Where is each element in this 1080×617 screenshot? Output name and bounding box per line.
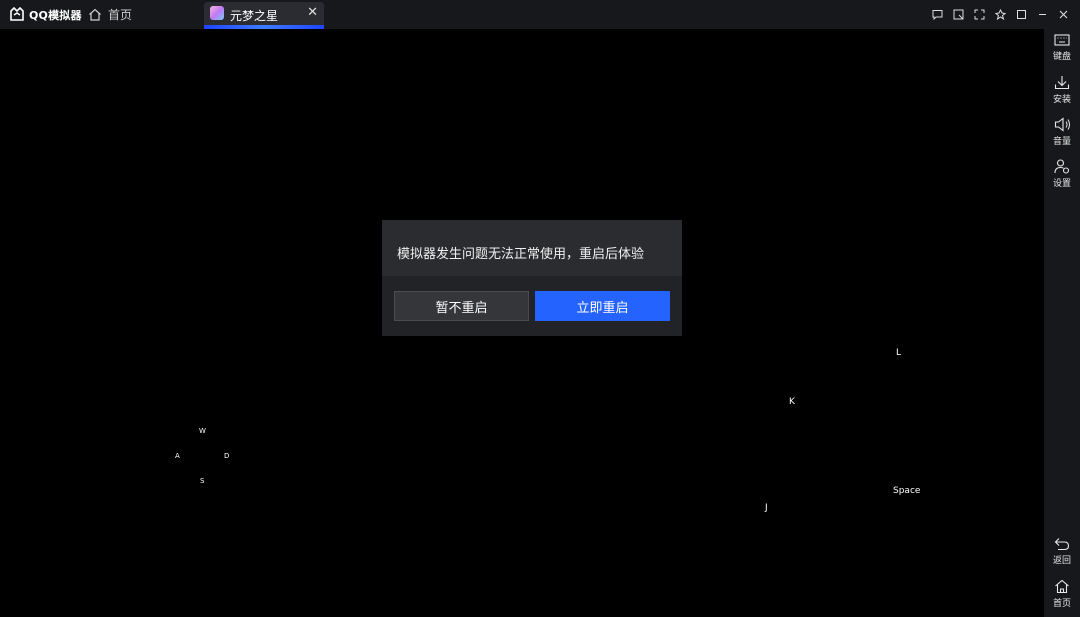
sidebar-item-install[interactable]: 安装 [1044, 75, 1080, 115]
active-tab-indicator [204, 25, 324, 29]
message-icon [932, 10, 943, 20]
fullscreen-icon [974, 9, 985, 20]
speaker-icon [1054, 117, 1070, 132]
right-sidebar: 键盘 安装 音量 设置 返回 首页 [1044, 29, 1080, 617]
tab-home-label: 首页 [108, 8, 133, 22]
sidebar-keyboard-label: 键盘 [1052, 52, 1071, 62]
app-name: QQ模拟器 [29, 8, 82, 22]
not-now-button[interactable]: 暂不重启 [394, 291, 529, 321]
key-label-space: Space [893, 486, 921, 496]
screenshot-icon [953, 9, 964, 20]
sidebar-volume-label: 音量 [1052, 137, 1071, 147]
home-icon [1055, 579, 1069, 594]
key-label-k: K [789, 397, 795, 407]
sidebar-back-label: 返回 [1052, 556, 1071, 566]
title-bar: QQ模拟器 首页 元梦之星 ✕ [0, 0, 1080, 29]
key-label-a: A [175, 452, 180, 460]
minimize-icon [1039, 14, 1046, 15]
window-controls [927, 0, 1074, 29]
sidebar-item-home[interactable]: 首页 [1044, 579, 1080, 617]
sidebar-home-label: 首页 [1052, 599, 1071, 609]
minimize-button[interactable] [1032, 4, 1053, 25]
maximize-icon [1017, 10, 1026, 19]
key-label-j: J [765, 503, 768, 513]
keyboard-icon [1054, 34, 1070, 46]
screenshot-button[interactable] [948, 4, 969, 25]
close-icon [1059, 10, 1068, 19]
dialog-footer: 暂不重启 立即重启 [382, 276, 682, 336]
tab-game[interactable]: 元梦之星 ✕ [204, 2, 324, 29]
key-label-w: W [199, 427, 206, 435]
tab-home[interactable]: 首页 [88, 5, 132, 24]
game-thumbnail-icon [210, 6, 224, 20]
app-logo: QQ模拟器 [9, 6, 82, 23]
close-tab-icon[interactable]: ✕ [307, 6, 318, 20]
user-settings-icon [1054, 159, 1070, 174]
dialog-body: 模拟器发生问题无法正常使用，重启后体验 [382, 220, 682, 276]
fullscreen-button[interactable] [969, 4, 990, 25]
sidebar-settings-label: 设置 [1052, 179, 1071, 189]
key-label-d: D [224, 452, 230, 460]
maximize-button[interactable] [1011, 4, 1032, 25]
pin-icon [995, 9, 1006, 20]
sidebar-item-settings[interactable]: 设置 [1044, 159, 1080, 199]
sidebar-install-label: 安装 [1052, 95, 1071, 105]
back-arrow-icon [1054, 538, 1070, 551]
restart-dialog: 模拟器发生问题无法正常使用，重启后体验 暂不重启 立即重启 [382, 220, 682, 336]
feedback-button[interactable] [927, 4, 948, 25]
key-label-s: S [200, 477, 205, 485]
download-icon [1054, 76, 1070, 90]
pin-button[interactable] [990, 4, 1011, 25]
tab-game-label: 元梦之星 [230, 9, 279, 23]
home-icon [89, 8, 101, 21]
sidebar-item-back[interactable]: 返回 [1044, 537, 1080, 577]
sidebar-item-keyboard[interactable]: 键盘 [1044, 33, 1080, 73]
close-window-button[interactable] [1053, 4, 1074, 25]
qq-emulator-logo-icon [10, 7, 24, 21]
key-label-l: L [896, 348, 902, 358]
sidebar-item-volume[interactable]: 音量 [1044, 117, 1080, 157]
restart-now-button[interactable]: 立即重启 [535, 291, 670, 321]
dialog-message: 模拟器发生问题无法正常使用，重启后体验 [397, 247, 645, 262]
